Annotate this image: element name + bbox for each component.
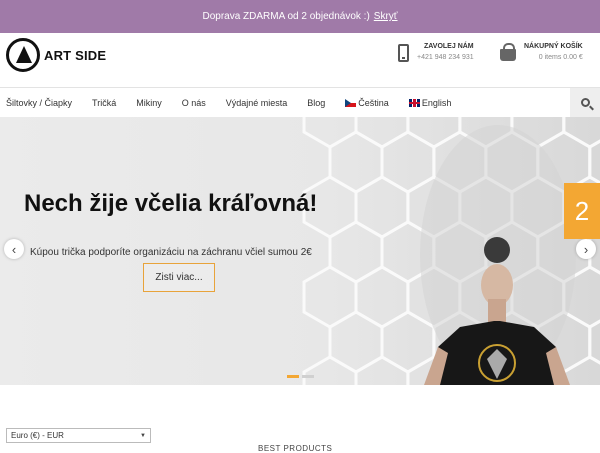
cart-summary: 0 items 0.00 € xyxy=(538,54,583,61)
nav-label: O nás xyxy=(181,97,206,108)
hide-promo-link[interactable]: Skryť xyxy=(374,11,398,22)
slider-dot[interactable] xyxy=(302,375,314,378)
phone-icon xyxy=(398,44,409,62)
site-header: ART SIDE ZAVOLEJ NÁM +421 948 234 931 NÁ… xyxy=(0,33,600,87)
phone-title: ZAVOLEJ NÁM xyxy=(423,43,474,50)
nav-label: Čeština xyxy=(358,97,389,108)
promo-bar: Doprava ZDARMA od 2 objednávok :) Skryť xyxy=(0,0,600,33)
logo[interactable]: ART SIDE xyxy=(6,38,106,72)
cart-title: NÁKUPNÝ KOŠÍK xyxy=(524,43,583,50)
chevron-right-icon[interactable]: › xyxy=(576,239,596,259)
cart-block[interactable]: NÁKUPNÝ KOŠÍK 0 items 0.00 € xyxy=(500,41,583,63)
hero-title: Nech žije včelia kráľovná! xyxy=(24,190,318,217)
search-icon xyxy=(580,98,590,107)
nav-item-english[interactable]: English xyxy=(399,98,462,108)
promo-text: Doprava ZDARMA od 2 objednávok :) xyxy=(202,11,370,22)
nav-item-o-nas[interactable]: O nás xyxy=(172,98,216,108)
phone-number: +421 948 234 931 xyxy=(417,54,474,61)
logo-mark-icon xyxy=(6,38,40,72)
phone-block[interactable]: ZAVOLEJ NÁM +421 948 234 931 xyxy=(398,41,474,63)
nav-label: Šiltovky / Čiapky xyxy=(6,97,73,108)
best-products-heading: BEST PRODUCTS xyxy=(258,444,333,453)
hero-subtitle: Kúpou trička podporíte organizáciu na zá… xyxy=(30,247,312,258)
nav-label: English xyxy=(421,97,452,108)
chevron-down-icon: ▼ xyxy=(140,432,146,439)
nav-item-siltovky[interactable]: Šiltovky / Čiapky xyxy=(0,98,82,108)
nav-label: Výdajné miesta xyxy=(225,97,288,108)
learn-more-button[interactable]: Zisti viac... xyxy=(143,263,215,292)
gb-flag-icon xyxy=(408,98,420,107)
search-button[interactable] xyxy=(570,88,600,117)
slider-dot[interactable] xyxy=(287,375,299,378)
slide-number-badge: 2 xyxy=(564,183,600,239)
main-nav: Šiltovky / Čiapky Tričká Mikiny O nás Vý… xyxy=(0,87,600,117)
currency-value: Euro (€) - EUR xyxy=(11,431,64,440)
nav-label: Mikiny xyxy=(136,97,162,108)
hero-slider: Nech žije včelia kráľovná! Kúpou trička … xyxy=(0,117,600,385)
chevron-left-icon[interactable]: ‹ xyxy=(4,239,24,259)
nav-item-mikiny[interactable]: Mikiny xyxy=(126,98,172,108)
currency-select[interactable]: Euro (€) - EUR ▼ xyxy=(6,428,151,443)
nav-item-vydajne-miesta[interactable]: Výdajné miesta xyxy=(216,98,298,108)
cz-flag-icon xyxy=(345,98,357,107)
nav-item-blog[interactable]: Blog xyxy=(297,98,335,108)
slider-dots xyxy=(287,375,314,378)
nav-item-tricka[interactable]: Tričká xyxy=(82,98,126,108)
nav-label: Tričká xyxy=(92,97,117,108)
nav-item-cestina[interactable]: Čeština xyxy=(335,98,399,108)
basket-icon xyxy=(500,43,516,61)
nav-label: Blog xyxy=(307,97,326,108)
logo-text: ART SIDE xyxy=(44,47,107,63)
